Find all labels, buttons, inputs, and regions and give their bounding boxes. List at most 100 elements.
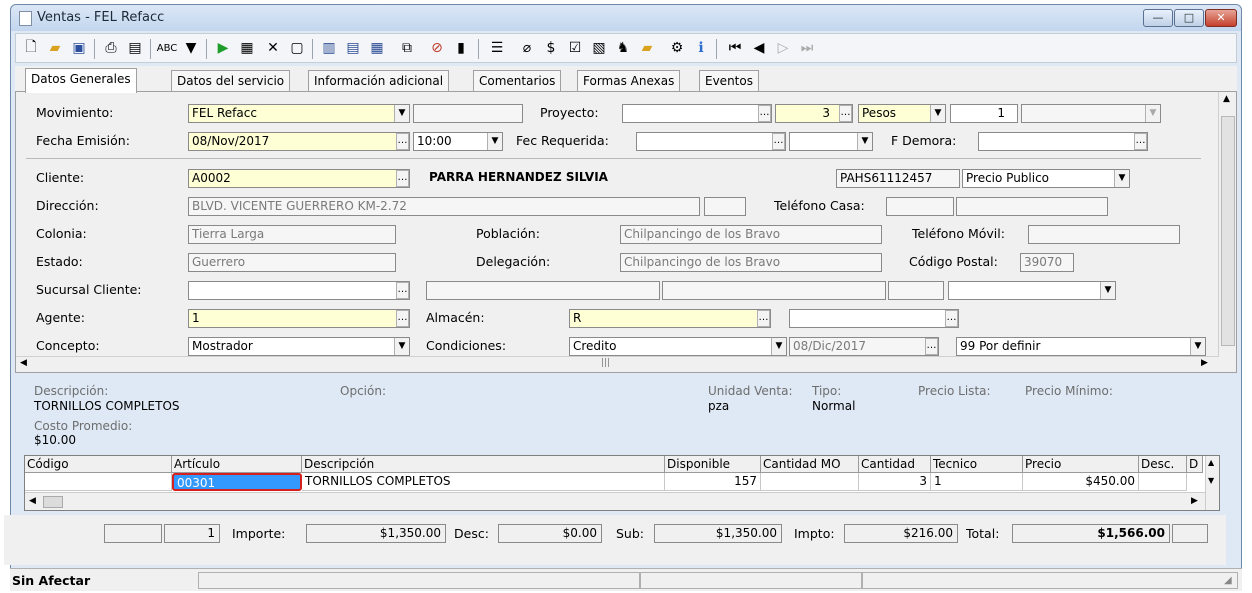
calendar-icon[interactable]: ▢ <box>286 38 308 58</box>
cliente-input[interactable]: A0002 <box>188 169 410 188</box>
play-icon[interactable]: ▶ <box>212 38 234 58</box>
fecha-emision-input[interactable]: 08/Nov/2017 <box>188 132 410 151</box>
last-record-icon[interactable]: ⏭ <box>796 38 818 58</box>
tab-eventos[interactable]: Eventos <box>699 70 759 92</box>
col-codigo-header[interactable]: Código <box>25 456 172 473</box>
scroll-left-icon[interactable]: ◀ <box>20 358 27 368</box>
col-descripcion-header[interactable]: Descripción <box>302 456 665 473</box>
ellipsis-button[interactable]: … <box>757 310 770 327</box>
ellipsis-button[interactable]: … <box>772 133 785 150</box>
col-desc-header[interactable]: Desc. <box>1139 456 1187 473</box>
almacen-nombre[interactable] <box>789 309 959 328</box>
maximize-button[interactable]: □ <box>1174 9 1204 27</box>
cell-cantidad[interactable]: 3 <box>859 473 931 491</box>
sucursal-input[interactable] <box>188 281 410 300</box>
save-icon[interactable]: ▣ <box>68 38 90 58</box>
scroll-thumb[interactable] <box>43 496 63 508</box>
ellipsis-button[interactable]: … <box>396 282 409 299</box>
first-record-icon[interactable]: ⏮ <box>724 38 746 58</box>
spellcheck-icon[interactable]: ABC <box>156 38 178 58</box>
col-articulo-header[interactable]: Artículo <box>172 456 302 473</box>
scroll-up-icon[interactable]: ▲ <box>1223 94 1230 104</box>
layout1-icon[interactable]: ▥ <box>318 38 340 58</box>
next-record-icon[interactable]: ▷ <box>772 38 794 58</box>
tab-datos-generales[interactable]: Datos Generales <box>25 68 137 93</box>
tab-informacion-adicional[interactable]: Información adicional <box>308 70 450 92</box>
chevron-down-icon[interactable]: ▼ <box>857 133 872 150</box>
no-icon[interactable]: ⊘ <box>426 38 448 58</box>
folders-icon[interactable]: ▰ <box>636 38 658 58</box>
preview-icon[interactable]: ▤ <box>124 38 146 58</box>
ellipsis-button[interactable]: … <box>396 310 409 327</box>
cfdi-icon[interactable]: ▦ <box>236 38 258 58</box>
horizontal-scrollbar[interactable]: ◀ ||| ▶ <box>16 356 1218 372</box>
settings-icon[interactable]: ⚙ <box>666 38 688 58</box>
proyecto-input[interactable] <box>622 104 772 123</box>
ellipsis-button[interactable]: … <box>758 105 771 122</box>
new-icon[interactable]: 🗋 <box>20 38 42 58</box>
scroll-grip[interactable]: ||| <box>601 358 610 368</box>
cell-desc[interactable] <box>1139 473 1187 491</box>
money-icon[interactable]: $ <box>540 38 562 58</box>
forma-pago-select[interactable]: 99 Por definir ▼ <box>956 337 1206 356</box>
hora-select[interactable]: 10:00 ▼ <box>413 132 503 151</box>
resize-grip-icon[interactable]: ◢ <box>1224 575 1232 586</box>
concepto-select[interactable]: Mostrador ▼ <box>188 337 410 356</box>
cell-codigo[interactable] <box>25 473 172 491</box>
col-d-header[interactable]: D <box>1187 456 1203 473</box>
chevron-down-icon[interactable]: ▼ <box>1114 170 1129 187</box>
layout3-icon[interactable]: ▦ <box>366 38 388 58</box>
grid-vertical-scrollbar[interactable]: ▲ ▼ <box>1205 456 1219 510</box>
lista-precios-select[interactable]: Precio Publico ▼ <box>962 169 1130 188</box>
tipo-cambio-input[interactable]: 1 <box>950 104 1018 123</box>
chevron-down-icon[interactable]: ▼ <box>1190 338 1205 355</box>
barcode-icon[interactable]: ▮ <box>450 38 472 58</box>
col-disponible-header[interactable]: Disponible <box>665 456 761 473</box>
almacen-input[interactable]: R <box>569 309 771 328</box>
movimiento-select[interactable]: FEL Refacc ▼ <box>188 104 410 123</box>
prev-record-icon[interactable]: ◀ <box>748 38 770 58</box>
agente-input[interactable]: 1 <box>188 309 410 328</box>
grid-horizontal-scrollbar[interactable]: ◀ ▶ <box>25 492 1205 510</box>
chevron-down-icon[interactable]: ▼ <box>771 338 786 355</box>
vertical-scrollbar[interactable]: ▲ <box>1218 92 1236 357</box>
scroll-down-icon[interactable]: ▼ <box>1208 476 1214 485</box>
f-demora-input[interactable] <box>978 132 1148 151</box>
cancel-x-icon[interactable]: ✕ <box>262 38 284 58</box>
cell-tecnico[interactable]: 1 <box>931 473 1023 491</box>
chevron-down-icon[interactable]: ▼ <box>394 338 409 355</box>
ellipsis-button[interactable]: … <box>396 133 409 150</box>
moneda-select[interactable]: Pesos ▼ <box>858 104 946 123</box>
extra-select[interactable]: ▼ <box>1021 104 1161 123</box>
ellipsis-button[interactable]: … <box>925 338 938 355</box>
copy-icon[interactable]: ⧉ <box>396 38 418 58</box>
condiciones-select[interactable]: Credito ▼ <box>569 337 787 356</box>
cell-disponible[interactable]: 157 <box>665 473 761 491</box>
layout2-icon[interactable]: ▤ <box>342 38 364 58</box>
cell-precio[interactable]: $450.00 <box>1023 473 1139 491</box>
ellipsis-button[interactable]: … <box>945 310 958 327</box>
check-doc-icon[interactable]: ☑ <box>564 38 586 58</box>
scroll-thumb[interactable] <box>1221 116 1235 346</box>
scroll-up-icon[interactable]: ▲ <box>1208 458 1214 467</box>
filter-icon[interactable]: ▼ <box>180 38 202 58</box>
tab-comentarios[interactable]: Comentarios <box>473 70 562 92</box>
user-icon[interactable]: ♞ <box>612 38 634 58</box>
info-icon[interactable]: ℹ <box>690 38 712 58</box>
scroll-right-icon[interactable]: ▶ <box>1201 358 1208 368</box>
fec-requerida-hora[interactable]: ▼ <box>789 132 873 151</box>
chevron-down-icon[interactable]: ▼ <box>1145 105 1160 122</box>
sucursal-select[interactable]: ▼ <box>948 281 1116 300</box>
cell-descripcion[interactable]: TORNILLOS COMPLETOS <box>302 473 665 491</box>
chevron-down-icon[interactable]: ▼ <box>487 133 502 150</box>
cell-cantidad-mo[interactable] <box>761 473 859 491</box>
col-tecnico-header[interactable]: Tecnico <box>931 456 1023 473</box>
cell-articulo[interactable]: 00301 <box>172 473 302 491</box>
chevron-down-icon[interactable]: ▼ <box>930 105 945 122</box>
close-button[interactable]: ✕ <box>1205 9 1237 27</box>
chevron-down-icon[interactable]: ▼ <box>1100 282 1115 299</box>
scroll-left-icon[interactable]: ◀ <box>29 496 36 506</box>
list-icon[interactable]: ☰ <box>486 38 508 58</box>
minimize-button[interactable]: — <box>1143 9 1173 27</box>
print-icon[interactable]: ⎙ <box>100 38 122 58</box>
